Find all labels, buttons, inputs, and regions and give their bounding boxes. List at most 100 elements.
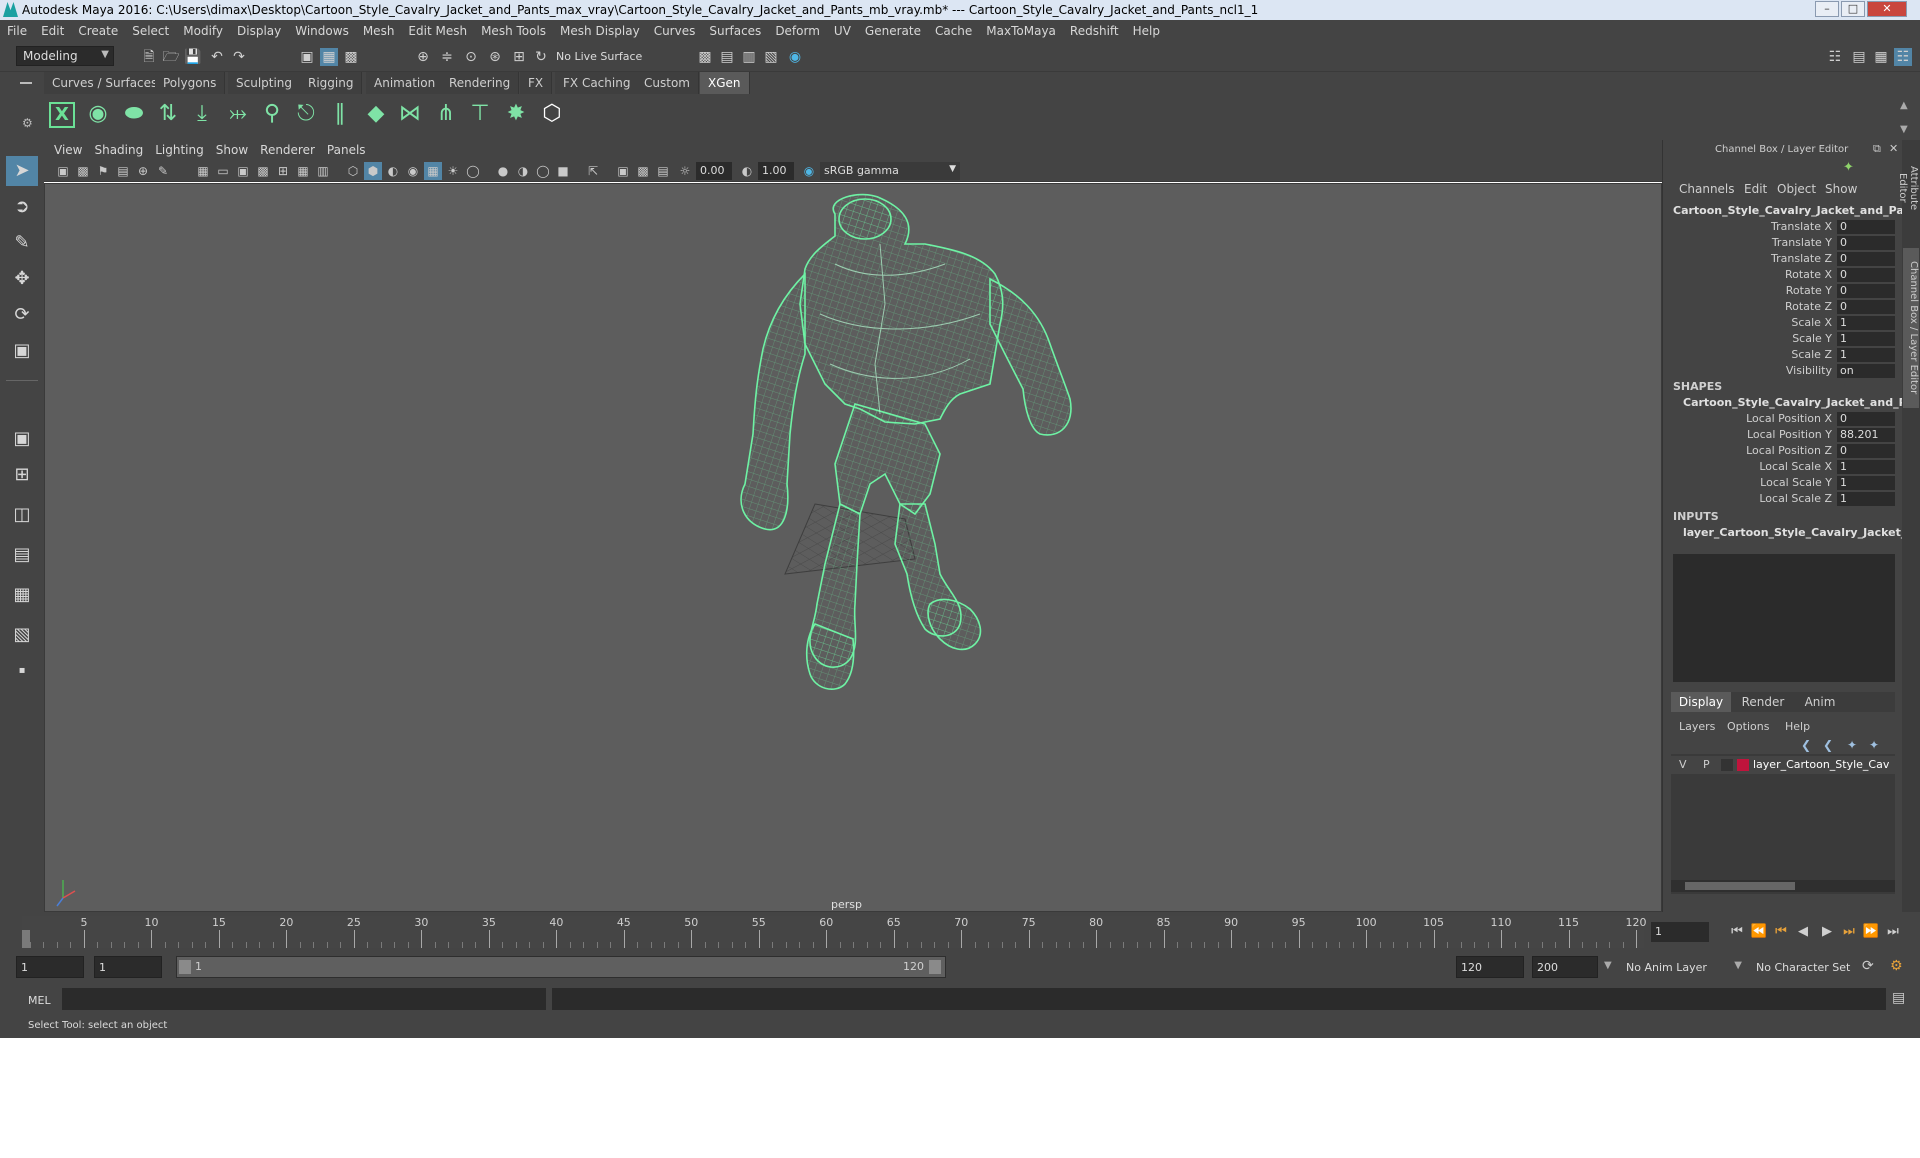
xgen-create-description-icon[interactable]: ⬬ — [118, 98, 150, 130]
perspective-viewport[interactable]: persp — [44, 183, 1662, 912]
xgen-planar-icon[interactable]: ⊤ — [464, 98, 496, 130]
shelf-tab-fx[interactable]: FX — [520, 72, 553, 94]
menu-file[interactable]: File — [0, 20, 34, 42]
shape-channel-label[interactable]: Local Scale X — [1759, 460, 1832, 473]
single-view-layout-icon[interactable]: ▣ — [6, 424, 38, 454]
smooth-shade-icon[interactable]: ⬢ — [364, 162, 382, 180]
time-slider-track[interactable]: 1 51015202530354045505560657075808590951… — [22, 916, 1647, 948]
layer-row[interactable]: V P layer_Cartoon_Style_Cav — [1671, 756, 1895, 774]
shelf-menu-icon[interactable] — [20, 82, 32, 84]
channel-label[interactable]: Translate Y — [1772, 236, 1832, 249]
select-camera-icon[interactable]: ▣ — [54, 162, 72, 180]
menu-cache[interactable]: Cache — [928, 20, 979, 42]
shelf-tab-rigging[interactable]: Rigging — [300, 72, 363, 94]
channel-value[interactable]: 1 — [1837, 316, 1895, 330]
layer-name[interactable]: layer_Cartoon_Style_Cav — [1753, 758, 1889, 771]
xgen-preview-icon[interactable]: ◉ — [82, 98, 114, 130]
shape-channel-label[interactable]: Local Position X — [1746, 412, 1832, 425]
menu-edit[interactable]: Edit — [34, 20, 71, 42]
safe-title-icon[interactable]: ▥ — [314, 162, 332, 180]
new-layer-selected-icon[interactable]: ✦ — [1869, 738, 1879, 752]
toggle-tool-settings-icon[interactable]: ▤ — [1850, 48, 1868, 66]
layer-hscrollbar[interactable] — [1671, 880, 1895, 892]
redo-icon[interactable]: ↷ — [230, 48, 248, 66]
xgen-lock-length-icon[interactable]: ⎋ — [290, 98, 322, 130]
new-empty-layer-icon[interactable]: ✦ — [1847, 738, 1857, 752]
shelf-tab-fx-caching[interactable]: FX Caching — [555, 72, 640, 94]
shape-channel-label[interactable]: Local Position Z — [1746, 444, 1832, 457]
xray-joints-icon[interactable]: ▣ — [614, 162, 632, 180]
scrollbar-thumb[interactable] — [1685, 882, 1795, 890]
shelf-tab-xgen[interactable]: XGen — [700, 72, 750, 94]
range-start-handle[interactable] — [179, 960, 191, 974]
shelf-scroll-down-icon[interactable]: ▼ — [1900, 124, 1908, 135]
wireframe-on-shaded-icon[interactable]: ◐ — [384, 162, 402, 180]
xray-components-icon[interactable]: ▩ — [634, 162, 652, 180]
channel-edit-menu[interactable]: Edit — [1744, 182, 1767, 196]
xgen-layer-guides-icon[interactable]: ◆ — [360, 98, 392, 130]
menu-redshift[interactable]: Redshift — [1063, 20, 1126, 42]
channel-label[interactable]: Scale Z — [1791, 348, 1832, 361]
playback-start-field[interactable]: 1 — [94, 956, 162, 978]
menu-curves[interactable]: Curves — [647, 20, 703, 42]
float-panel-icon[interactable]: ⧉ — [1873, 142, 1881, 156]
select-by-component-icon[interactable]: ▩ — [342, 48, 360, 66]
menu-surfaces[interactable]: Surfaces — [702, 20, 768, 42]
bookmarks-icon[interactable]: ⚑ — [94, 162, 112, 180]
lasso-tool-icon[interactable]: ➲ — [6, 192, 38, 222]
channel-label[interactable]: Rotate X — [1785, 268, 1832, 281]
live-surface-label[interactable]: No Live Surface — [556, 50, 642, 63]
shelf-tab-curves-surfaces[interactable]: Curves / Surfaces — [44, 72, 167, 94]
layer-options-menu[interactable]: Options — [1727, 720, 1769, 733]
channel-label[interactable]: Rotate Z — [1785, 300, 1832, 313]
snap-grid-icon[interactable]: ⊕ — [414, 48, 432, 66]
snap-point-icon[interactable]: ⊙ — [462, 48, 480, 66]
shelf-settings-icon[interactable]: ⚙ — [22, 116, 33, 130]
use-all-lights-icon[interactable]: ▦ — [424, 162, 442, 180]
four-view-layout-icon[interactable]: ⊞ — [6, 460, 38, 490]
playback-range-bar[interactable]: 1 120 — [176, 956, 946, 978]
xgen-sculpt-guide-icon[interactable]: ⤔ — [222, 98, 254, 130]
color-space-dropdown[interactable]: sRGB gamma ▼ — [820, 162, 960, 180]
channel-value[interactable]: 1 — [1837, 348, 1895, 362]
shelf-scroll-up-icon[interactable]: ▲ — [1900, 100, 1908, 111]
persp-graph-layout-icon[interactable]: ▤ — [6, 540, 38, 570]
custom-layout-icon[interactable]: ▪ — [6, 656, 38, 686]
xray-icon[interactable]: ◯ — [464, 162, 482, 180]
select-by-object-icon[interactable]: ▦ — [320, 48, 338, 66]
xgen-rebuild-icon[interactable]: ⋔ — [430, 98, 462, 130]
xgen-guide-length-icon[interactable]: ⚲ — [256, 98, 288, 130]
camera-attributes-icon[interactable]: ▩ — [74, 162, 92, 180]
anim-layer-dropdown[interactable]: No Anim Layer ▼ — [1622, 956, 1744, 978]
menu-display[interactable]: Display — [230, 20, 288, 42]
play-forwards-icon[interactable]: ▶ — [1818, 922, 1836, 942]
wireframe-icon[interactable]: ⬡ — [344, 162, 362, 180]
select-by-hierarchy-icon[interactable]: ▣ — [298, 48, 316, 66]
layers-menu[interactable]: Layers — [1679, 720, 1715, 733]
channel-value[interactable]: on — [1837, 364, 1895, 378]
side-by-side-layout-icon[interactable]: ◫ — [6, 500, 38, 530]
xgen-clump-icon[interactable]: ✸ — [500, 98, 532, 130]
menu-edit-mesh[interactable]: Edit Mesh — [401, 20, 474, 42]
undo-icon[interactable]: ↶ — [208, 48, 226, 66]
channel-value[interactable]: 0 — [1837, 236, 1895, 250]
step-forward-key-icon[interactable]: ⏭ — [1840, 922, 1858, 942]
menu-generate[interactable]: Generate — [858, 20, 928, 42]
xgen-bend-guide-icon[interactable]: ∥ — [324, 98, 356, 130]
layer-type-toggle[interactable] — [1721, 759, 1733, 771]
motion-blur-icon[interactable]: ◑ — [514, 162, 532, 180]
exposure-field[interactable]: 0.00 — [696, 162, 732, 180]
exposure-icon[interactable]: ☼ — [676, 162, 694, 180]
shape-channel-value[interactable]: 1 — [1837, 492, 1895, 506]
shape-channel-label[interactable]: Local Position Y — [1747, 428, 1832, 441]
script-editor-icon[interactable]: ▤ — [1892, 990, 1905, 1006]
channel-object-menu[interactable]: Object — [1777, 182, 1816, 196]
depth-of-field-icon[interactable]: ■ — [554, 162, 572, 180]
render-frame-icon[interactable]: ▤ — [718, 48, 736, 66]
move-tool-icon[interactable]: ✥ — [6, 264, 38, 294]
snap-view-plane-icon[interactable]: ⊛ — [486, 48, 504, 66]
paint-select-tool-icon[interactable]: ✎ — [6, 228, 38, 258]
channel-show-menu[interactable]: Show — [1825, 182, 1857, 196]
shape-channel-value[interactable]: 0 — [1837, 412, 1895, 426]
auto-key-icon[interactable]: ⟳ — [1862, 958, 1874, 974]
